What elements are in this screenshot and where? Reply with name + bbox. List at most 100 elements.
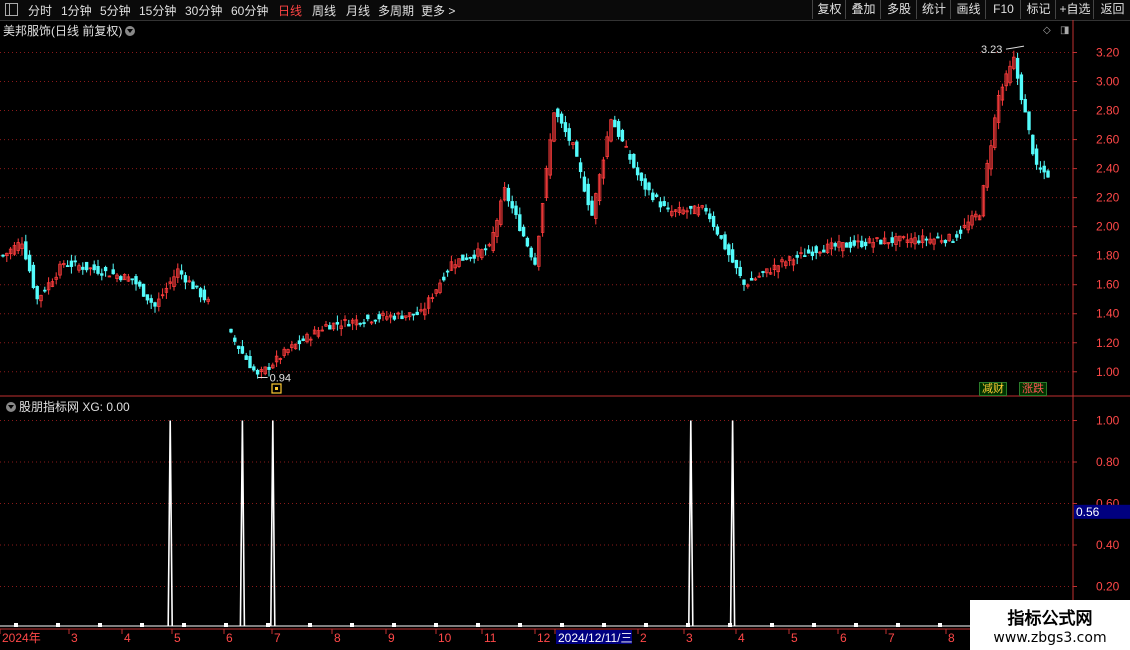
candle-body: [301, 338, 305, 341]
stock-chart[interactable]: 3.20 3.00 2.80 2.60 2.40 2.20 2.00 1.80 1.60 1.40…: [0, 0, 1130, 650]
candle-body: [411, 313, 416, 316]
candle-body: [31, 264, 36, 288]
dropdown-icon[interactable]: [125, 26, 136, 36]
candle-body: [852, 240, 856, 246]
price-tick-label: 2.80: [1096, 104, 1120, 118]
candle-body: [442, 276, 446, 281]
candle-body: [533, 257, 537, 265]
candle-body: [191, 281, 195, 290]
indicator-title: 股朋指标网 XG: 0.00: [19, 400, 130, 414]
baseline-dot: [434, 623, 438, 627]
price-tick-label: 2.20: [1096, 191, 1120, 205]
candle-body: [1015, 57, 1020, 79]
candle-body: [556, 108, 560, 118]
candle-body: [590, 200, 594, 216]
candle-body: [240, 346, 245, 354]
candle-body: [1034, 148, 1039, 165]
time-axis-label: 12: [537, 631, 551, 645]
candle-body: [943, 239, 948, 244]
diamond-icon[interactable]: ◇: [1043, 25, 1051, 36]
candle-body: [377, 314, 381, 320]
time-axis-label: 6: [840, 631, 847, 645]
baseline-dot: [182, 623, 186, 627]
baseline-dot: [350, 623, 354, 627]
candle-body: [514, 205, 518, 216]
dropdown-icon[interactable]: [6, 402, 16, 412]
date-cursor-label: 2024/12/11/三: [558, 631, 633, 645]
time-axis-label: 6: [226, 631, 233, 645]
candle-body: [252, 366, 256, 371]
indicator-tick-label: 0.20: [1096, 580, 1120, 594]
price-tick-label: 1.40: [1096, 307, 1120, 321]
candle-body: [103, 267, 108, 272]
panel-toggle-icon[interactable]: ◨: [1060, 25, 1069, 36]
candle-body: [236, 345, 241, 349]
candle-body: [81, 266, 85, 270]
candle-body: [525, 237, 530, 247]
high-marker-line: [1005, 45, 1025, 50]
baseline-dot: [602, 623, 606, 627]
price-tick-label: 1.00: [1096, 365, 1120, 379]
candle-body: [35, 286, 39, 300]
candle-body: [73, 260, 77, 263]
time-axis-label: 8: [948, 631, 955, 645]
candle-body: [662, 201, 666, 207]
time-axis-label: 2: [640, 631, 647, 645]
candle-body: [255, 370, 260, 375]
candle-body: [844, 242, 849, 248]
baseline-dot: [224, 623, 228, 627]
time-axis-label: 4: [738, 631, 745, 645]
price-tick-label: 2.40: [1096, 162, 1120, 176]
time-axis-label: 3: [686, 631, 693, 645]
candle-body: [924, 238, 929, 241]
watermark-url: www.zbgs3.com: [993, 630, 1107, 646]
candle-body: [620, 129, 625, 142]
candle-body: [951, 241, 955, 243]
candle-body: [43, 289, 47, 292]
candle-body: [138, 281, 142, 287]
time-axis-label: 10: [438, 631, 452, 645]
candle-body: [347, 323, 351, 327]
finance-badge[interactable]: 减财: [979, 382, 1007, 396]
candle-body: [1019, 74, 1024, 101]
baseline-dot: [896, 623, 900, 627]
candle-body: [1038, 167, 1043, 170]
candle-body: [795, 254, 799, 258]
time-axis-label: 7: [888, 631, 895, 645]
candle-body: [233, 337, 237, 342]
candle-body: [335, 322, 340, 325]
candle-body: [578, 162, 583, 173]
candle-body: [955, 234, 959, 238]
xg-signal-spike: [270, 420, 276, 627]
candle-body: [860, 240, 864, 248]
candle-body: [195, 285, 199, 288]
candle-body: [229, 328, 233, 333]
cursor-value-label: 0.56: [1076, 505, 1100, 519]
candle-body: [715, 226, 720, 235]
time-axis-label: 5: [791, 631, 798, 645]
candle-body: [202, 289, 207, 301]
baseline-dot: [98, 623, 102, 627]
candle-body: [651, 192, 655, 201]
time-axis-label: 8: [334, 631, 341, 645]
candle-body: [518, 214, 522, 232]
candle-body: [1031, 134, 1035, 155]
candle-body: [134, 276, 138, 285]
price-tick-label: 2.00: [1096, 220, 1120, 234]
candle-body: [461, 254, 465, 261]
candle-body: [472, 254, 476, 259]
candle-body: [392, 315, 397, 320]
baseline-dot: [56, 623, 60, 627]
candle-body: [582, 176, 587, 192]
candle-body: [734, 259, 739, 269]
candle-body: [145, 294, 150, 301]
candle-body: [483, 248, 488, 251]
baseline-dot: [812, 623, 816, 627]
candle-body: [833, 243, 837, 247]
candle-body: [647, 182, 651, 191]
candle-body: [936, 236, 940, 239]
limit-badge[interactable]: 涨跌: [1019, 382, 1047, 396]
candle-body: [464, 257, 469, 260]
candle-body: [65, 265, 70, 268]
candle-body: [635, 167, 640, 176]
